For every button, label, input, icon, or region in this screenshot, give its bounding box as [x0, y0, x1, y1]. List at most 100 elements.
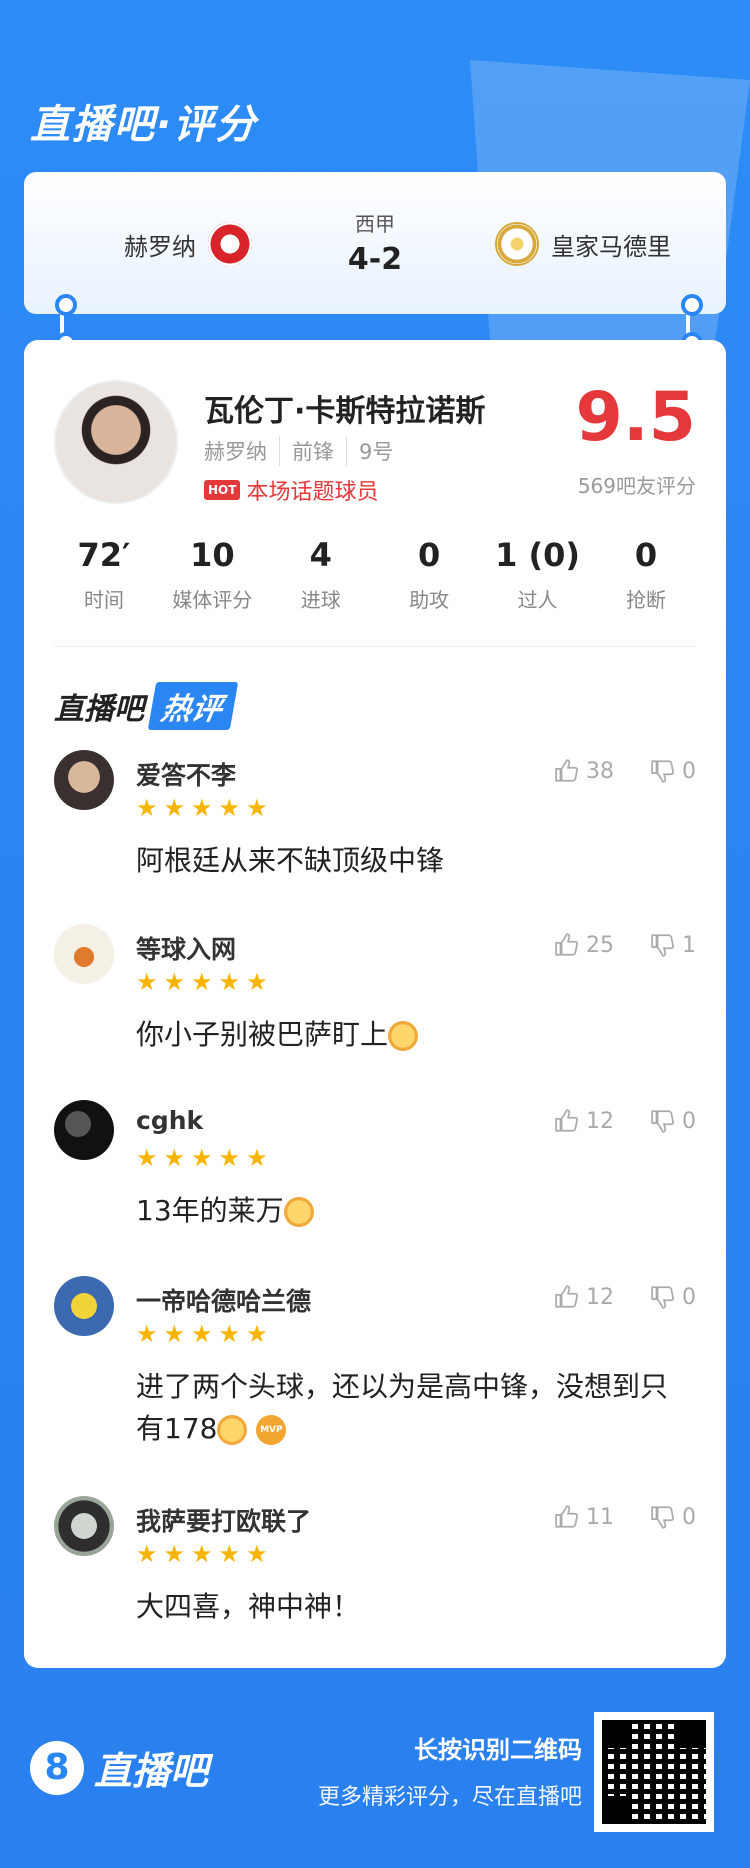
stat-goals: 4 进球 [271, 536, 371, 613]
comment-text: 进了两个头球，还以为是高中锋，没想到只有178 MVP [136, 1366, 686, 1450]
hot-comments-tag: 热评 [147, 682, 239, 730]
divider [54, 646, 696, 647]
emoji-icon [388, 1021, 419, 1051]
stat-minutes: 72′ 时间 [54, 536, 154, 613]
user-avatar[interactable] [54, 1276, 114, 1336]
dislike-count: 0 [682, 1504, 696, 1530]
star-rating: ★★★★★ [136, 1320, 274, 1348]
like-count: 38 [586, 758, 614, 784]
comment-username[interactable]: 等球入网 [136, 930, 236, 966]
comment-item: cghk ★★★★★ 13年的莱万 12 0 [54, 1100, 696, 1240]
star-rating: ★★★★★ [136, 794, 274, 822]
stat-value: 0 [418, 536, 441, 574]
like-button[interactable]: 12 [554, 1108, 614, 1134]
footer-logo-text: 直播吧 [94, 1749, 209, 1793]
dislike-button[interactable]: 0 [650, 1504, 696, 1530]
dislike-button[interactable]: 0 [650, 1284, 696, 1310]
comment-username[interactable]: 一帝哈德哈兰德 [136, 1282, 311, 1318]
like-count: 11 [586, 1504, 614, 1530]
like-count: 12 [586, 1284, 614, 1310]
mvp-badge-icon: MVP [256, 1415, 287, 1445]
zhibo8-logo-icon: 8 [30, 1740, 84, 1795]
stat-label: 助攻 [409, 588, 450, 612]
comment-text-body: 13年的莱万 [136, 1194, 284, 1227]
thumbs-up-icon [555, 759, 578, 782]
dislike-button[interactable]: 0 [650, 1108, 696, 1134]
player-rating-card: 瓦伦丁·卡斯特拉诺斯 赫罗纳 前锋 9号 HOT 本场话题球员 9.5 569吧… [24, 340, 726, 1668]
thumbs-up-icon [555, 1109, 578, 1132]
user-avatar[interactable] [54, 750, 114, 810]
like-button[interactable]: 12 [554, 1284, 614, 1310]
footer-cta: 长按识别二维码 更多精彩评分，尽在直播吧 [318, 1730, 582, 1811]
hot-comments-prefix: 直播吧 [54, 692, 144, 727]
away-team[interactable]: 皇家马德里 [495, 222, 671, 266]
thumbs-up-icon [555, 933, 578, 956]
comment-username[interactable]: 我萨要打欧联了 [136, 1502, 311, 1538]
comment-text: 阿根廷从来不缺顶级中锋 [136, 844, 445, 877]
stats-row: 72′ 时间 10 媒体评分 4 进球 0 助攻 1 (0) 过人 0 抢断 [54, 536, 696, 613]
stat-label: 媒体评分 [172, 588, 253, 612]
stat-dribbles: 1 (0) 过人 [488, 536, 588, 613]
comment-actions: 12 0 [554, 1284, 696, 1310]
thumbs-down-icon [651, 760, 674, 783]
comment-item: 一帝哈德哈兰德 ★★★★★ 进了两个头球，还以为是高中锋，没想到只有178 MV… [54, 1276, 696, 1476]
player-name[interactable]: 瓦伦丁·卡斯特拉诺斯 [204, 386, 485, 430]
stat-value: 0 [634, 536, 658, 574]
stat-label: 过人 [517, 588, 558, 612]
dislike-count: 0 [682, 1108, 696, 1134]
rating-count: 569吧友评分 [577, 474, 696, 498]
like-button[interactable]: 25 [554, 932, 614, 958]
comment-actions: 25 1 [554, 932, 696, 958]
user-avatar[interactable] [54, 1496, 114, 1556]
player-position: 前锋 [279, 436, 346, 466]
user-avatar[interactable] [54, 924, 114, 984]
comment-actions: 38 0 [554, 758, 696, 784]
comment-username[interactable]: cghk [136, 1106, 203, 1135]
dislike-count: 1 [682, 932, 696, 958]
qr-code-icon [602, 1720, 706, 1824]
star-rating: ★★★★★ [136, 1540, 274, 1568]
thumbs-up-icon [555, 1285, 578, 1308]
qr-code[interactable] [594, 1712, 714, 1832]
comment-item: 我萨要打欧联了 ★★★★★ 大四喜，神中神！ 11 0 [54, 1496, 696, 1636]
dislike-button[interactable]: 0 [650, 758, 696, 784]
real-madrid-crest-icon [495, 222, 539, 266]
footer-logo[interactable]: 8 直播吧 [30, 1740, 208, 1795]
match-card[interactable]: 赫罗纳 西甲 4-2 皇家马德里 [24, 172, 726, 314]
star-rating: ★★★★★ [136, 1144, 274, 1172]
comment-text: 大四喜，神中神！ [136, 1590, 361, 1623]
dislike-button[interactable]: 1 [650, 932, 696, 958]
comment-actions: 12 0 [554, 1108, 696, 1134]
player-team: 赫罗纳 [204, 440, 267, 464]
hot-player-row: HOT 本场话题球员 [204, 474, 378, 506]
user-avatar[interactable] [54, 1100, 114, 1160]
stat-value: 1 (0) [495, 536, 581, 574]
like-button[interactable]: 38 [554, 758, 614, 784]
hot-comments-title: 直播吧 热评 [54, 682, 239, 730]
comment-username[interactable]: 爱答不李 [136, 756, 236, 792]
stat-value: 10 [190, 536, 235, 574]
comment-text: 你小子别被巴萨盯上 [136, 1014, 686, 1056]
like-button[interactable]: 11 [554, 1504, 614, 1530]
stat-assists: 0 助攻 [379, 536, 479, 613]
thumbs-down-icon [651, 934, 674, 957]
thumbs-down-icon [651, 1286, 674, 1309]
stat-value: 4 [309, 536, 332, 574]
player-meta: 赫罗纳 前锋 9号 [204, 436, 405, 466]
comment-item: 等球入网 ★★★★★ 你小子别被巴萨盯上 25 1 [54, 924, 696, 1064]
thumbs-down-icon [651, 1506, 674, 1529]
player-number: 9号 [346, 436, 405, 466]
stat-label: 时间 [84, 588, 124, 612]
like-count: 25 [586, 932, 614, 958]
dislike-count: 0 [682, 758, 696, 784]
hot-icon: HOT [204, 480, 241, 500]
star-rating: ★★★★★ [136, 968, 274, 996]
dislike-count: 0 [682, 1284, 696, 1310]
player-avatar[interactable] [54, 380, 178, 504]
cta-sub: 更多精彩评分，尽在直播吧 [317, 1785, 582, 1810]
comment-text-body: 你小子别被巴萨盯上 [136, 1018, 389, 1051]
hot-player-label: 本场话题球员 [246, 480, 379, 505]
emoji-icon [217, 1415, 248, 1445]
stat-label: 抢断 [625, 588, 666, 612]
stat-value: 72′ [77, 536, 131, 574]
